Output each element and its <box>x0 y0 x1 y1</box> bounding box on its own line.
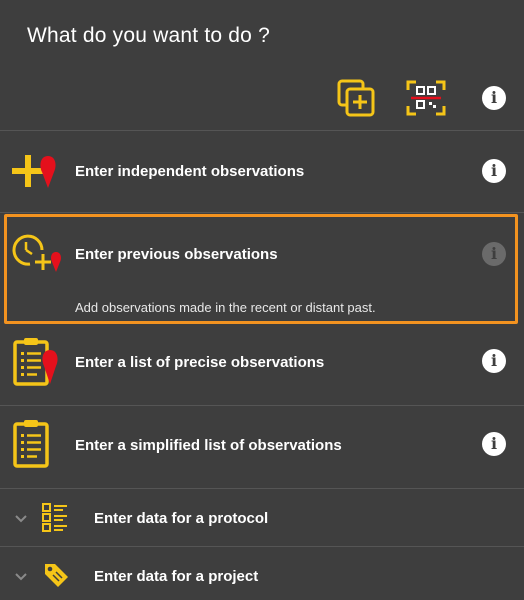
row-description: Add observations made in the recent or d… <box>75 300 376 315</box>
clock-plus-pin-icon <box>12 234 61 272</box>
divider <box>0 488 524 489</box>
add-copy-button[interactable] <box>336 78 376 118</box>
add-copy-icon <box>337 79 375 117</box>
clipboard-pin-icon <box>13 338 58 386</box>
chevron-down-icon <box>15 573 27 581</box>
qr-scan-icon <box>406 80 446 116</box>
divider <box>0 130 524 131</box>
divider <box>0 546 524 547</box>
page-title: What do you want to do ? <box>27 24 270 47</box>
row-label: Enter independent observations <box>75 163 305 180</box>
row-label: Enter previous observations <box>75 246 278 263</box>
expandable-label: Enter data for a protocol <box>94 510 269 527</box>
divider <box>0 405 524 406</box>
tag-icon <box>45 564 68 587</box>
row-label: Enter a list of precise observations <box>75 354 325 371</box>
info-icon[interactable]: i <box>482 432 506 456</box>
chevron-down-icon <box>15 515 27 523</box>
row-label: Enter a simplified list of observations <box>75 437 342 454</box>
divider <box>0 212 524 213</box>
expandable-label: Enter data for a project <box>94 568 259 585</box>
info-icon[interactable]: i <box>482 242 506 266</box>
qr-scan-button[interactable] <box>405 78 447 118</box>
info-icon[interactable]: i <box>482 349 506 373</box>
plus-pin-icon <box>12 155 56 188</box>
checklist-icon <box>42 503 67 532</box>
header-info-icon[interactable]: i <box>482 86 506 110</box>
info-icon[interactable]: i <box>482 159 506 183</box>
clipboard-icon <box>13 420 49 468</box>
